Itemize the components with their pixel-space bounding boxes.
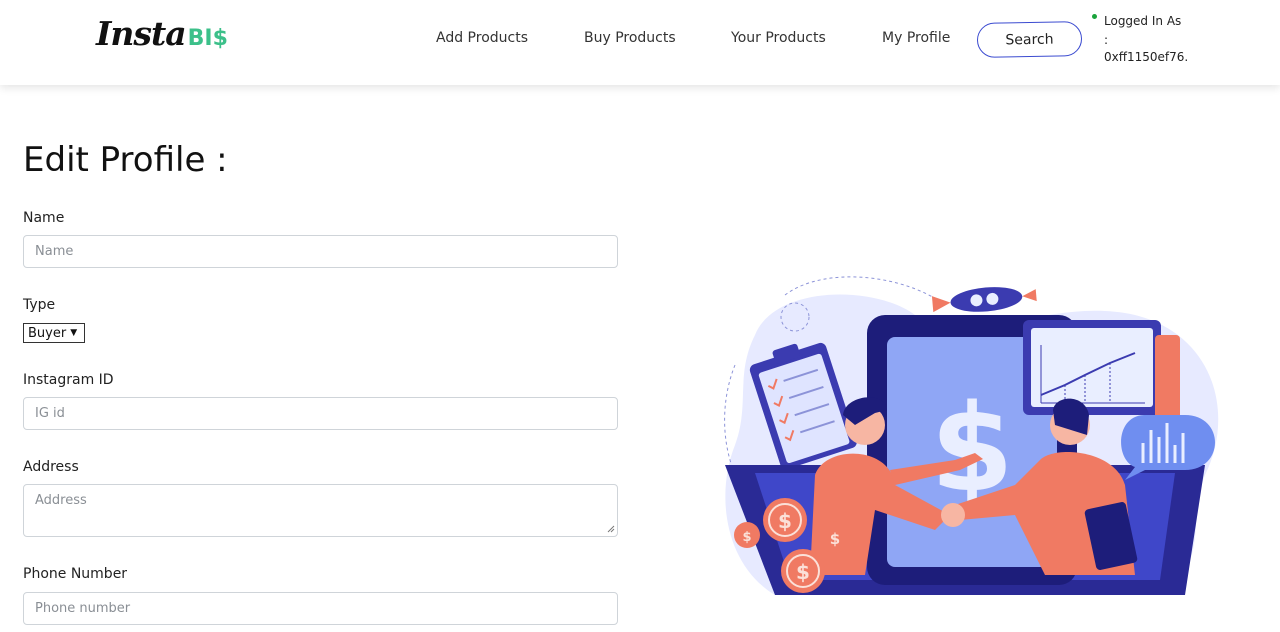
- type-selected-value: Buyer: [28, 325, 67, 341]
- logged-in-label: Logged In As: [1104, 14, 1182, 28]
- resize-grip-icon[interactable]: [607, 525, 615, 533]
- type-select[interactable]: Buyer ▼: [23, 323, 85, 343]
- brand-logo[interactable]: Insta BI$: [96, 14, 228, 54]
- address-textarea[interactable]: [23, 484, 618, 537]
- wallet-address: 0xff1150ef76...: [1104, 50, 1188, 64]
- navbar: Insta BI$ Add Products Buy Products Your…: [0, 0, 1280, 85]
- page-title: Edit Profile :: [23, 140, 228, 180]
- online-status-dot: [1092, 14, 1097, 19]
- name-input[interactable]: [23, 235, 618, 268]
- nav-add-products[interactable]: Add Products: [436, 30, 528, 46]
- brand-name: Insta: [96, 14, 187, 53]
- phone-label: Phone Number: [23, 566, 128, 582]
- brand-accent: BI$: [187, 26, 228, 51]
- instagram-label: Instagram ID: [23, 372, 114, 388]
- nav-buy-products[interactable]: Buy Products: [584, 30, 676, 46]
- address-label: Address: [23, 459, 79, 475]
- nav-my-profile[interactable]: My Profile: [882, 30, 950, 46]
- instagram-input[interactable]: [23, 397, 618, 430]
- logged-in-colon: :: [1104, 33, 1109, 47]
- svg-text:$: $: [742, 530, 751, 545]
- phone-input[interactable]: [23, 592, 618, 625]
- name-label: Name: [23, 210, 65, 226]
- chevron-down-icon: ▼: [70, 328, 78, 338]
- nav-your-products[interactable]: Your Products: [731, 30, 826, 46]
- search-button[interactable]: Search: [976, 21, 1083, 58]
- svg-text:$: $: [830, 530, 840, 548]
- handshake-illustration: $ $ $ $ $: [724, 276, 1219, 595]
- svg-text:$: $: [778, 509, 792, 533]
- svg-text:$: $: [796, 560, 810, 584]
- type-label: Type: [23, 297, 56, 313]
